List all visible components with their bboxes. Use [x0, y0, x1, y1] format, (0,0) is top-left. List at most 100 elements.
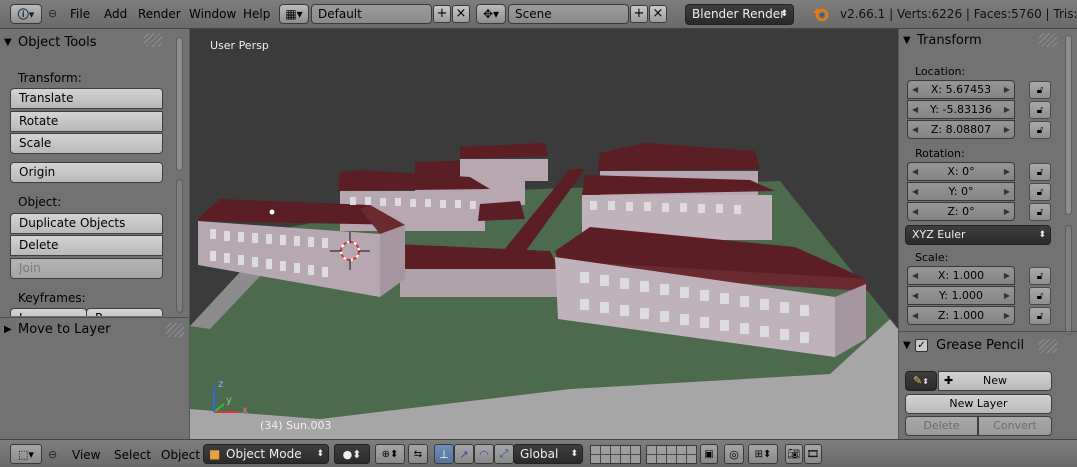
screen-layout-icon-button[interactable]: ▦▾ — [279, 4, 309, 24]
rotation-x-field[interactable]: ◀ X: 0° ▶ — [907, 162, 1015, 181]
render-engine-select[interactable]: Blender Render ⬍ — [685, 4, 794, 25]
remove-keyframe-button[interactable]: R — [86, 308, 163, 316]
new-layer-button[interactable]: New Layer — [905, 394, 1052, 414]
lock-scale-y[interactable]: 🔓︎ — [1029, 287, 1051, 305]
tool-shelf: ▼ Object Tools Transform: Translate Rota… — [0, 29, 190, 439]
menu-window[interactable]: Window — [189, 7, 236, 21]
scale-y-field[interactable]: ◀ Y: 1.000 ▶ — [907, 286, 1015, 305]
editor-type-button[interactable]: ⓘ▾ — [10, 4, 42, 24]
lock-icon: 🔓︎ — [1036, 310, 1044, 322]
transform-section-label: Transform: — [18, 71, 82, 85]
expanded-triangle-icon: ▼ — [903, 35, 911, 46]
interaction-mode-select[interactable]: ■ Object Mode ⬍ — [203, 444, 329, 464]
panel-drag-grip[interactable] — [1039, 33, 1057, 47]
menu-add[interactable]: Add — [104, 7, 127, 21]
panel-drag-grip[interactable] — [166, 323, 184, 337]
menu-object[interactable]: Object — [161, 448, 200, 462]
lock-icon: 🔓︎ — [1036, 166, 1044, 178]
grease-pencil-new-button[interactable]: ✚ New — [938, 371, 1052, 391]
collapse-menu-icon[interactable]: ⊖ — [48, 448, 57, 461]
layout-grid-icon: ▦▾ — [285, 7, 303, 21]
location-y-value: Y: -5.83136 — [930, 103, 992, 116]
manipulate-center-button[interactable]: ⇆ — [408, 444, 428, 464]
lock-scale-x[interactable]: 🔓︎ — [1029, 267, 1051, 285]
info-icon: ⓘ▾ — [17, 8, 35, 21]
opengl-animation-button[interactable]: 🎞︎ — [804, 444, 822, 464]
scale-z-field[interactable]: ◀ Z: 1.000 ▶ — [907, 306, 1015, 325]
translate-button[interactable]: Translate — [10, 88, 163, 109]
3d-view-icon: ⬚▾ — [18, 447, 34, 461]
menu-render[interactable]: Render — [138, 7, 181, 21]
lock-icon: ▣ — [704, 448, 714, 460]
location-y-field[interactable]: ◀ Y: -5.83136 ▶ — [907, 100, 1015, 119]
editor-type-button[interactable]: ⬚▾ — [10, 444, 42, 464]
lock-rotation-y[interactable]: 🔓︎ — [1029, 183, 1051, 201]
transform-orientation-select[interactable]: Global ⬍ — [513, 444, 583, 464]
rotation-label: Rotation: — [915, 147, 965, 160]
tool-shelf-scrollbar[interactable] — [176, 37, 183, 171]
camera-icon: 📷︎ — [787, 448, 801, 460]
translate-manipulator-button[interactable]: ↗ — [454, 444, 474, 464]
delete-button[interactable]: Delete — [10, 235, 163, 256]
transform-panel-header[interactable]: ▼ Transform — [899, 29, 1061, 53]
join-button[interactable]: Join — [10, 258, 163, 279]
viewport-shading-select[interactable]: ●⬍ — [334, 444, 370, 464]
add-screen-button[interactable]: + — [433, 5, 451, 23]
add-scene-button[interactable]: + — [630, 5, 648, 23]
scene-field[interactable]: Scene — [508, 4, 629, 24]
lock-layers-button[interactable]: ▣ — [700, 444, 718, 464]
move-to-layer-panel-header[interactable]: ▶ Move to Layer — [0, 319, 188, 341]
menu-select[interactable]: Select — [114, 448, 151, 462]
panel-drag-grip[interactable] — [1039, 339, 1057, 353]
object-tools-title: Object Tools — [18, 35, 97, 50]
layers-group-2[interactable] — [646, 445, 697, 464]
duplicate-objects-button[interactable]: Duplicate Objects — [10, 213, 163, 234]
grease-pencil-browse[interactable]: ✎⬍ — [905, 371, 937, 391]
lock-rotation-x[interactable]: 🔓︎ — [1029, 163, 1051, 181]
lock-icon: 🔓︎ — [1036, 290, 1044, 302]
menu-view[interactable]: View — [72, 448, 100, 462]
scale-button[interactable]: Scale — [10, 133, 163, 154]
properties-scrollbar[interactable] — [1065, 35, 1072, 215]
grease-pencil-panel-header[interactable]: ▼ ✓ Grease Pencil — [899, 334, 1061, 358]
film-icon: 🎞︎ — [806, 448, 820, 460]
rotate-button[interactable]: Rotate — [10, 111, 163, 132]
lock-rotation-z[interactable]: 🔓︎ — [1029, 203, 1051, 221]
lock-location-z[interactable]: 🔓︎ — [1029, 121, 1051, 139]
pivot-point-select[interactable]: ⊕⬍ — [375, 444, 405, 464]
convert-button[interactable]: Convert — [978, 416, 1052, 436]
screen-layout-field[interactable]: Default — [311, 4, 432, 24]
menu-file[interactable]: File — [70, 7, 90, 21]
panel-divider — [899, 331, 1077, 332]
panel-drag-grip[interactable] — [144, 33, 162, 47]
lock-scale-z[interactable]: 🔓︎ — [1029, 307, 1051, 325]
location-x-field[interactable]: ◀ X: 5.67453 ▶ — [907, 80, 1015, 99]
scale-x-field[interactable]: ◀ X: 1.000 ▶ — [907, 266, 1015, 285]
rotation-mode-select[interactable]: XYZ Euler ⬍ — [905, 225, 1051, 245]
rotate-manipulator-button[interactable]: ◠ — [474, 444, 494, 464]
delete-frame-button[interactable]: Delete Frame — [905, 416, 978, 450]
scale-manipulator-button[interactable]: ⤢ — [494, 444, 514, 464]
proportional-edit-button[interactable]: ◎ — [724, 444, 744, 464]
grease-pencil-checkbox[interactable]: ✓ — [915, 339, 928, 352]
rotation-y-field[interactable]: ◀ Y: 0° ▶ — [907, 182, 1015, 201]
3d-viewport[interactable]: User Persp z y x (34) Sun.003 — [190, 29, 898, 439]
lock-location-x[interactable]: 🔓︎ — [1029, 81, 1051, 99]
properties-scrollbar-lower[interactable] — [1065, 225, 1072, 335]
rotation-z-field[interactable]: ◀ Z: 0° ▶ — [907, 202, 1015, 221]
scale-y-value: Y: 1.000 — [939, 289, 983, 302]
opengl-render-button[interactable]: 📷︎ — [785, 444, 803, 464]
origin-button[interactable]: Origin — [10, 162, 163, 183]
menu-help[interactable]: Help — [243, 7, 270, 21]
snap-toggle[interactable]: ⊞⬍ — [748, 444, 778, 464]
manipulator-toggle[interactable]: ⊥ — [434, 444, 454, 464]
layers-group-1[interactable] — [590, 445, 641, 464]
lock-location-y[interactable]: 🔓︎ — [1029, 101, 1051, 119]
collapse-menu-icon[interactable]: ⊖ — [48, 7, 57, 20]
insert-keyframe-button[interactable]: I — [10, 308, 87, 316]
delete-screen-button[interactable]: × — [452, 5, 470, 23]
tool-shelf-scrollbar-track[interactable] — [176, 179, 183, 313]
location-z-field[interactable]: ◀ Z: 8.08807 ▶ — [907, 120, 1015, 139]
scene-icon-button[interactable]: ✥▾ — [476, 4, 506, 24]
delete-scene-button[interactable]: × — [649, 5, 667, 23]
